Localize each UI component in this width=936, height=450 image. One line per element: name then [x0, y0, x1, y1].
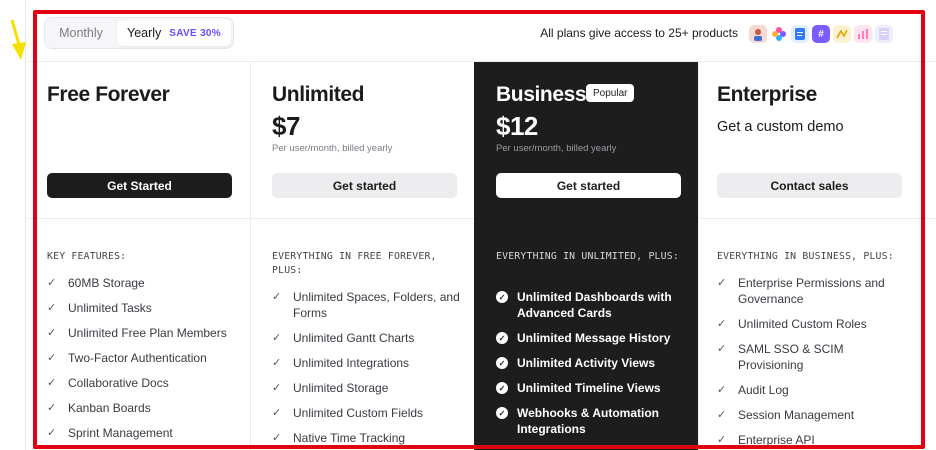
- check-icon: ✓: [272, 291, 282, 303]
- feature-item: ✓ Unlimited Custom Roles: [717, 317, 867, 331]
- check-icon: ✓: [47, 277, 57, 289]
- feature-list: ✓ Unlimited Dashboards with Advanced Card…: [496, 289, 686, 446]
- feature-item: ✓ Unlimited Custom Fields: [272, 406, 424, 420]
- yearly-label: Yearly: [127, 26, 162, 40]
- plan-price: $7: [272, 111, 300, 141]
- plan-free-forever: Free Forever Get Started KEY FEATURES: ✓…: [25, 61, 249, 450]
- feature-item: ✓ Unlimited Storage: [272, 381, 389, 395]
- feature-item: ✓ Enterprise Permissions and Governance: [717, 276, 885, 306]
- check-icon: ✓: [717, 318, 727, 330]
- check-icon: ✓: [47, 427, 57, 439]
- check-icon: ✓: [717, 277, 727, 289]
- whiteboard-icon: [833, 25, 851, 43]
- billing-toggle: Monthly Yearly SAVE 30%: [44, 17, 234, 49]
- docs-icon: [791, 25, 809, 43]
- feature-list: ✓ Unlimited Spaces, Folders, and Forms ✓ U…: [272, 289, 462, 450]
- plan-name: Enterprise: [717, 83, 817, 106]
- feature-item: ✓ Kanban Boards: [47, 401, 151, 415]
- yellow-arrow-icon: [10, 19, 26, 60]
- check-icon: ✓: [272, 332, 282, 344]
- features-heading: EVERYTHING IN BUSINESS, PLUS:: [717, 251, 894, 262]
- check-icon: ✓: [47, 327, 57, 339]
- check-icon: ✓: [272, 407, 282, 419]
- price-subtext: Per user/month, billed yearly: [496, 143, 617, 154]
- check-icon: ✓: [47, 377, 57, 389]
- feature-item: ✓ Unlimited Spaces, Folders, and Forms: [272, 290, 460, 320]
- get-started-button[interactable]: Get Started: [47, 173, 232, 198]
- product-icons: #: [749, 25, 893, 43]
- features-heading: KEY FEATURES:: [47, 251, 127, 262]
- clickup-flower-icon: [770, 25, 788, 43]
- check-circle-icon: ✓: [496, 291, 508, 303]
- dashboard-icon: [854, 25, 872, 43]
- plan-enterprise: Enterprise Get a custom demo Contact sal…: [698, 61, 922, 450]
- access-text: All plans give access to 25+ products: [540, 26, 738, 40]
- features-heading: EVERYTHING IN FREE FOREVER, PLUS:: [272, 251, 437, 276]
- check-icon: ✓: [47, 402, 57, 414]
- feature-list: ✓ Enterprise Permissions and Governance ✓…: [717, 275, 897, 450]
- plan-unlimited: Unlimited $7 Per user/month, billed year…: [250, 61, 474, 450]
- yearly-option[interactable]: Yearly SAVE 30%: [117, 20, 231, 46]
- feature-item: ✓ Unlimited Tasks: [47, 301, 152, 315]
- avatar-icon: [749, 25, 767, 43]
- feature-item: ✓ Unlimited Gantt Charts: [272, 331, 415, 345]
- get-started-button[interactable]: Get started: [272, 173, 457, 198]
- feature-item: ✓ Unlimited Message History: [496, 330, 686, 346]
- plan-name: Free Forever: [47, 83, 170, 106]
- monthly-option[interactable]: Monthly: [45, 18, 117, 48]
- popular-badge: Popular: [586, 84, 635, 102]
- plan-name: Business: [496, 83, 587, 106]
- check-circle-icon: ✓: [496, 407, 508, 419]
- save-badge: SAVE 30%: [169, 27, 221, 39]
- plan-price: $12: [496, 111, 538, 141]
- feature-item: ✓ Session Management: [717, 408, 855, 422]
- get-started-button[interactable]: Get started: [496, 173, 681, 198]
- plan-name: Unlimited: [272, 83, 365, 106]
- check-circle-icon: ✓: [496, 332, 508, 344]
- check-icon: ✓: [272, 382, 282, 394]
- check-icon: ✓: [272, 432, 282, 444]
- feature-item: ✓ Audit Log: [717, 383, 789, 397]
- feature-item: ✓ Native Time Tracking: [272, 431, 406, 445]
- feature-list: ✓ 60MB Storage ✓ Unlimited Tasks ✓ Unlimite…: [47, 275, 237, 450]
- feature-item: ✓ Two-Factor Authentication: [47, 351, 207, 365]
- price-subtext: Per user/month, billed yearly: [272, 143, 393, 154]
- plan-business: Business Popular $12 Per user/month, bil…: [474, 61, 698, 450]
- feature-item: ✓ Unlimited Integrations: [272, 356, 410, 370]
- feature-item: ✓ Unlimited Free Plan Members: [47, 326, 227, 340]
- feature-item: ✓ SAML SSO & SCIM Provisioning: [717, 342, 844, 372]
- feature-item: ✓ Unlimited Dashboards with Advanced Card…: [496, 289, 686, 321]
- check-icon: ✓: [717, 343, 727, 355]
- feature-item: ✓ Webhooks & Automation Integrations: [496, 405, 686, 437]
- feature-item: ✓ Unlimited Timeline Views: [496, 380, 686, 396]
- feature-item: ✓ Unlimited Activity Views: [496, 355, 686, 371]
- feature-item: ✓ Enterprise API: [717, 433, 815, 447]
- check-icon: ✓: [717, 384, 727, 396]
- forms-icon: [875, 25, 893, 43]
- feature-item: ✓ 60MB Storage: [47, 276, 145, 290]
- check-icon: ✓: [717, 434, 727, 446]
- plan-demo-text: Get a custom demo: [717, 119, 844, 135]
- feature-item: ✓ Sprint Management: [47, 426, 173, 440]
- check-icon: ✓: [47, 352, 57, 364]
- features-heading: EVERYTHING IN UNLIMITED, PLUS:: [496, 251, 679, 262]
- hashtag-icon: #: [812, 25, 830, 43]
- contact-sales-button[interactable]: Contact sales: [717, 173, 902, 198]
- check-icon: ✓: [47, 302, 57, 314]
- feature-item: ✓ Collaborative Docs: [47, 376, 169, 390]
- check-icon: ✓: [717, 409, 727, 421]
- check-circle-icon: ✓: [496, 357, 508, 369]
- monthly-label: Monthly: [59, 26, 103, 40]
- pricing-page: Monthly Yearly SAVE 30% All plans give a…: [0, 0, 936, 450]
- check-icon: ✓: [272, 357, 282, 369]
- check-circle-icon: ✓: [496, 382, 508, 394]
